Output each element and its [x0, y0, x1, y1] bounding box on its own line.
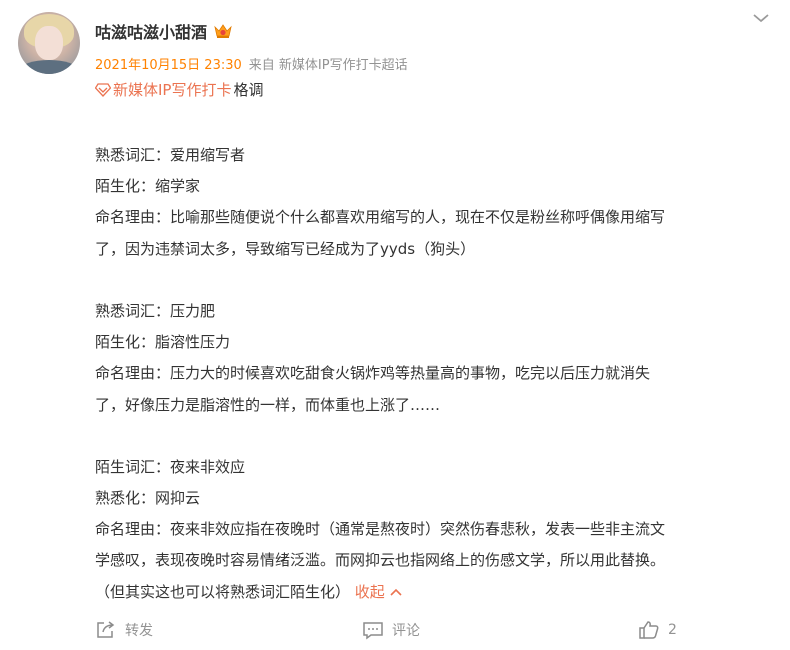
like-count: 2 — [668, 622, 677, 638]
collapse-button[interactable]: 收起 — [355, 583, 402, 601]
post-body: 熟悉词汇：爱用缩写者 陌生化：缩学家 命名理由：比喻那些随便说个什么都喜欢用缩写… — [95, 140, 775, 608]
like-button[interactable]: 2 — [638, 620, 677, 640]
body-line: 熟悉化：网抑云 — [95, 489, 201, 508]
forward-label: 转发 — [125, 623, 153, 639]
forward-icon — [97, 621, 115, 638]
comment-label: 评论 — [392, 623, 420, 639]
body-line: 命名理由：比喻那些随便说个什么都喜欢用缩写的人，现在不仅是粉丝称呼偶像用缩写 — [95, 208, 666, 227]
body-line: 熟悉词汇：压力肥 — [95, 301, 216, 320]
topic-suffix: 格调 — [233, 81, 264, 99]
body-line: 熟悉词汇：爱用缩写者 — [95, 146, 246, 164]
forward-button[interactable]: 转发 — [95, 620, 153, 640]
topic-diamond-icon — [95, 82, 111, 97]
body-line: （但其实这也可以将熟悉词汇陌生化） — [95, 582, 351, 601]
body-last-line: （但其实这也可以将熟悉词汇陌生化） 收起 — [95, 577, 775, 608]
username-row: 咕滋咕滋小甜酒 — [95, 19, 233, 43]
post-meta: 2021年10月15日 23:30 来自 新媒体IP写作打卡超话 — [95, 54, 408, 73]
body-line: 了，好像压力是脂溶性的一样，而体重也上涨了…… — [95, 395, 441, 414]
chevron-up-icon — [390, 588, 402, 596]
body-line: 陌生化：缩学家 — [95, 177, 201, 196]
body-line: 陌生化：脂溶性压力 — [95, 333, 231, 352]
chevron-down-icon[interactable] — [752, 10, 770, 24]
body-line: 了，因为违禁词太多，导致缩写已经成为了yyds（狗头） — [95, 239, 476, 258]
post-source[interactable]: 来自 新媒体IP写作打卡超话 — [249, 54, 408, 73]
post-time[interactable]: 2021年10月15日 23:30 — [95, 54, 242, 73]
comment-icon — [363, 622, 383, 640]
body-line: 命名理由：夜来非效应指在夜晚时（通常是熬夜时）突然伤春悲秋，发表一些非主流文 — [95, 520, 666, 539]
body-gap — [95, 421, 775, 452]
topic-label: 新媒体IP写作打卡 — [113, 81, 232, 99]
body-line: 命名理由：压力大的时候喜欢吃甜食火锅炸鸡等热量高的事物，吃完以后压力就消失 — [95, 364, 651, 383]
body-line: 学感叹，表现夜晚时容易情绪泛滥。而网抑云也指网络上的伤感文学，所以用此替换。 — [95, 551, 666, 570]
body-line: 陌生词汇：夜来非效应 — [95, 457, 246, 476]
username[interactable]: 咕滋咕滋小甜酒 — [95, 19, 207, 43]
body-gap — [95, 265, 775, 296]
comment-button[interactable]: 评论 — [362, 620, 420, 640]
collapse-label: 收起 — [354, 582, 385, 601]
action-bar: 转发 评论 2 — [0, 620, 790, 650]
thumbs-up-icon — [639, 621, 659, 639]
crown-badge-icon — [213, 23, 233, 39]
topic-line: 新媒体IP写作打卡 格调 — [95, 79, 264, 100]
avatar[interactable] — [18, 12, 80, 74]
topic-link[interactable]: 新媒体IP写作打卡 — [95, 79, 231, 100]
